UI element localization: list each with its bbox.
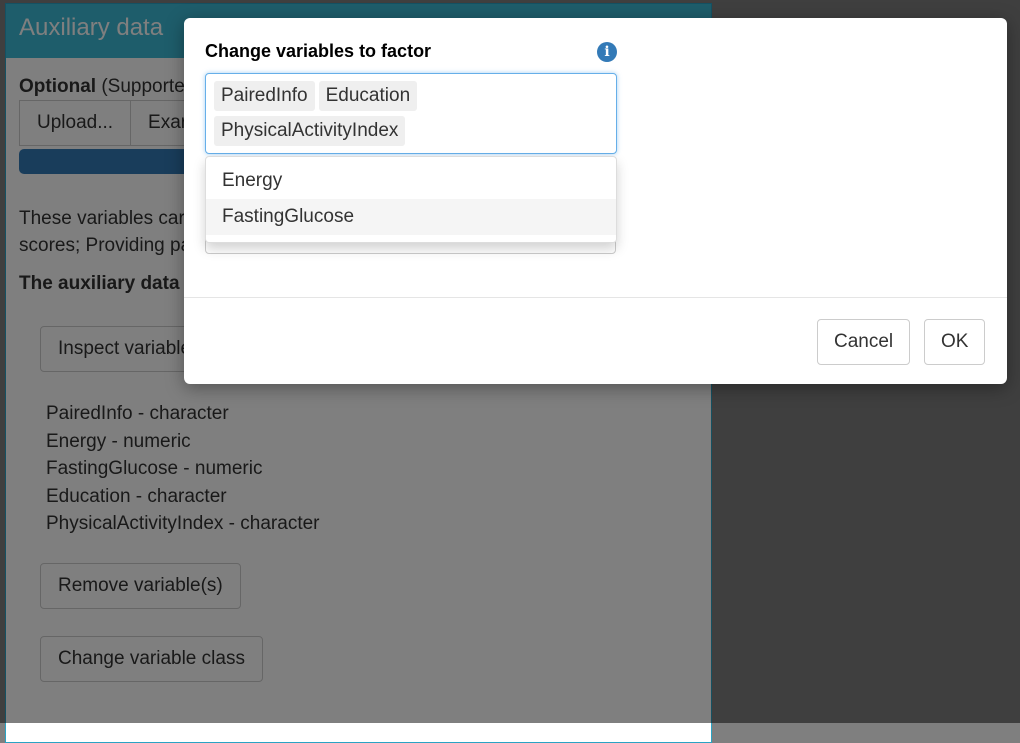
dropdown-option[interactable]: Energy	[206, 163, 616, 199]
cancel-button[interactable]: Cancel	[817, 319, 911, 365]
ok-button[interactable]: OK	[924, 319, 986, 365]
options-dropdown: Energy FastingGlucose	[205, 156, 617, 243]
change-to-factor-dialog: Change variables to factor i PairedInfo …	[184, 18, 1007, 384]
modal-footer: Cancel OK	[184, 297, 1007, 385]
selected-tag[interactable]: PairedInfo	[214, 81, 315, 111]
dropdown-option-highlighted[interactable]: FastingGlucose	[206, 199, 616, 235]
selected-tag[interactable]: Education	[318, 81, 418, 111]
selected-tag[interactable]: PhysicalActivityIndex	[214, 116, 406, 146]
factor-select-label: Change variables to factor	[205, 41, 432, 61]
info-circle-icon[interactable]: i	[597, 42, 617, 62]
factor-multiselect-input[interactable]: PairedInfo Education PhysicalActivityInd…	[205, 73, 617, 154]
